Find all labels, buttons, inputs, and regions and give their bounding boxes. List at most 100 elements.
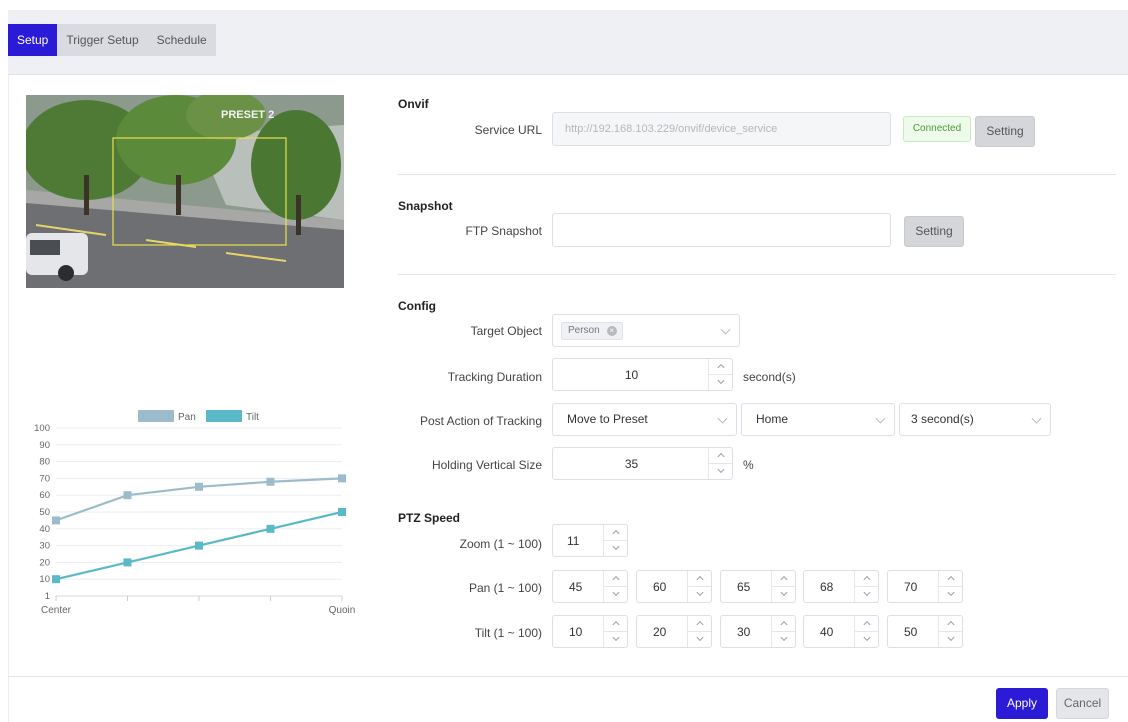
legend-swatch xyxy=(206,410,242,422)
decrement-icon[interactable] xyxy=(772,587,795,603)
ptz-speed-title: PTZ Speed xyxy=(398,511,461,525)
stepper-controls xyxy=(854,571,878,602)
vertical-unit: % xyxy=(743,458,754,472)
top-bar: Setup Trigger Setup Schedule xyxy=(8,10,1128,75)
holding-vertical-value: 35 xyxy=(624,456,639,471)
holding-vertical-stepper[interactable]: 35 xyxy=(552,447,733,480)
pan-stepper-3[interactable]: 65 xyxy=(720,570,796,603)
stepper-controls xyxy=(687,616,711,647)
tracking-duration-label: Tracking Duration xyxy=(447,370,542,384)
tilt-stepper-5[interactable]: 50 xyxy=(887,615,963,648)
preset-select[interactable]: Home xyxy=(741,403,895,436)
delay-select[interactable]: 3 second(s) xyxy=(899,403,1051,436)
post-action-label: Post Action of Tracking xyxy=(419,414,542,428)
data-point-pan xyxy=(195,482,203,491)
tab-setup[interactable]: Setup xyxy=(8,24,58,56)
y-tick-label: 90 xyxy=(39,440,50,451)
stepper-controls xyxy=(938,616,962,647)
decrement-icon[interactable] xyxy=(709,464,732,480)
service-url-input[interactable]: http://192.168.103.229/onvif/device_serv… xyxy=(552,112,891,146)
tilt-stepper-1[interactable]: 10 xyxy=(552,615,628,648)
holding-vertical-label: Holding Vertical Size xyxy=(431,458,542,472)
increment-icon[interactable] xyxy=(939,571,962,587)
decrement-icon[interactable] xyxy=(855,587,878,603)
decrement-icon[interactable] xyxy=(855,632,878,648)
y-tick-label: 20 xyxy=(39,557,50,568)
decrement-icon[interactable] xyxy=(688,632,711,648)
tilt-value-4: 40 xyxy=(820,624,834,639)
stepper-controls xyxy=(603,525,627,556)
zoom-value: 11 xyxy=(567,533,580,548)
decrement-icon[interactable] xyxy=(604,587,627,603)
increment-icon[interactable] xyxy=(604,571,627,587)
y-tick-label: 60 xyxy=(39,490,50,501)
pan-stepper-1[interactable]: 45 xyxy=(552,570,628,603)
apply-button[interactable]: Apply xyxy=(996,688,1048,719)
footer-divider xyxy=(8,676,1128,677)
stepper-controls xyxy=(938,571,962,602)
decrement-icon[interactable] xyxy=(772,632,795,648)
tilt-label: Tilt (1 ~ 100) xyxy=(474,626,542,640)
increment-icon[interactable] xyxy=(709,448,732,464)
tab-bar: Setup Trigger Setup Schedule xyxy=(8,24,216,56)
config-title: Config xyxy=(398,299,436,313)
divider xyxy=(398,174,1116,175)
data-point-pan xyxy=(52,516,60,525)
decrement-icon[interactable] xyxy=(939,632,962,648)
increment-icon[interactable] xyxy=(688,616,711,632)
stepper-controls xyxy=(708,448,732,479)
camera-preview[interactable]: PRESET 2 xyxy=(26,95,344,288)
stepper-controls xyxy=(603,571,627,602)
increment-icon[interactable] xyxy=(688,571,711,587)
cancel-button[interactable]: Cancel xyxy=(1056,688,1109,719)
chevron-down-icon xyxy=(875,413,886,424)
connection-status-badge: Connected xyxy=(903,116,971,142)
pan-stepper-2[interactable]: 60 xyxy=(636,570,712,603)
pan-value-2: 60 xyxy=(653,579,667,594)
increment-icon[interactable] xyxy=(855,571,878,587)
increment-icon[interactable] xyxy=(709,359,732,375)
pan-stepper-4[interactable]: 68 xyxy=(803,570,879,603)
target-object-select[interactable]: Person × xyxy=(552,314,740,347)
decrement-icon[interactable] xyxy=(604,632,627,648)
increment-icon[interactable] xyxy=(772,571,795,587)
ptz-speed-chart: 100 90 80 70 60 50 40 30 20 10 1 Center Quoin Pan Tilt xyxy=(24,408,374,623)
ftp-snapshot-input[interactable] xyxy=(552,213,891,247)
target-object-label: Target Object xyxy=(470,324,542,338)
divider xyxy=(398,274,1116,275)
tracking-duration-stepper[interactable]: 10 xyxy=(552,358,733,391)
decrement-icon[interactable] xyxy=(709,375,732,391)
remove-tag-icon[interactable]: × xyxy=(606,326,617,336)
increment-icon[interactable] xyxy=(855,616,878,632)
data-point-pan xyxy=(123,491,132,500)
increment-icon[interactable] xyxy=(604,616,627,632)
decrement-icon[interactable] xyxy=(939,587,962,603)
increment-icon[interactable] xyxy=(604,525,627,541)
increment-icon[interactable] xyxy=(939,616,962,632)
pan-stepper-5[interactable]: 70 xyxy=(887,570,963,603)
tab-trigger-setup[interactable]: Trigger Setup xyxy=(57,24,147,56)
tilt-stepper-2[interactable]: 20 xyxy=(636,615,712,648)
post-action-value: Move to Preset xyxy=(567,412,648,426)
y-tick-label: 50 xyxy=(39,507,50,518)
duration-unit: second(s) xyxy=(743,370,796,384)
tilt-stepper-3[interactable]: 30 xyxy=(720,615,796,648)
tilt-value-2: 20 xyxy=(653,624,667,639)
snapshot-setting-button[interactable]: Setting xyxy=(904,216,964,247)
tab-schedule[interactable]: Schedule xyxy=(148,24,216,56)
x-tick-label: Center xyxy=(41,605,72,616)
stepper-controls xyxy=(687,571,711,602)
tilt-stepper-4[interactable]: 40 xyxy=(803,615,879,648)
decrement-icon[interactable] xyxy=(688,587,711,603)
decrement-icon[interactable] xyxy=(604,541,627,557)
increment-icon[interactable] xyxy=(772,616,795,632)
onvif-setting-button[interactable]: Setting xyxy=(975,116,1035,147)
content-border xyxy=(8,75,9,722)
post-action-select[interactable]: Move to Preset xyxy=(552,403,737,436)
delay-value: 3 second(s) xyxy=(911,412,974,426)
stepper-controls xyxy=(708,359,732,390)
chevron-down-icon xyxy=(717,413,728,424)
zoom-stepper[interactable]: 11 xyxy=(552,524,628,557)
legend-swatch xyxy=(138,410,174,422)
chart-canvas: 100 90 80 70 60 50 40 30 20 10 1 Center Quoin Pan Tilt xyxy=(34,410,355,616)
